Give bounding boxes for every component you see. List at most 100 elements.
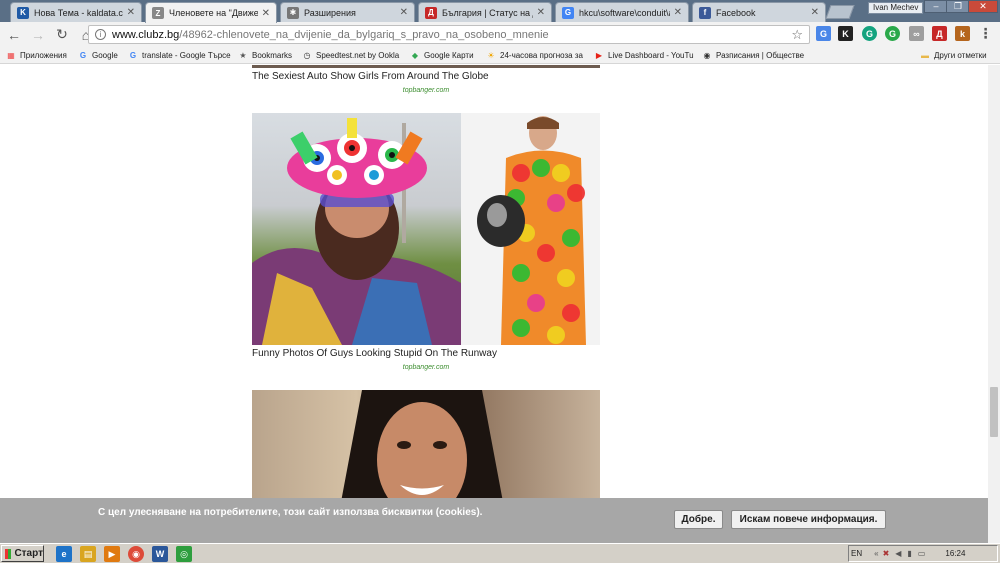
- menu-icon[interactable]: ⋮: [978, 25, 993, 41]
- link-ext-icon[interactable]: ∞: [909, 26, 924, 41]
- k-ext-icon[interactable]: K: [838, 26, 853, 41]
- close-icon[interactable]: ✕: [127, 7, 135, 18]
- media-icon[interactable]: ▶: [104, 546, 120, 562]
- windows-logo-icon: [5, 548, 12, 559]
- clubz-icon: Z: [152, 7, 164, 19]
- cookie-accept-button[interactable]: Добре.: [674, 510, 723, 529]
- close-icon[interactable]: ✕: [537, 7, 545, 18]
- pompom-suit-model-illustration: [477, 116, 586, 345]
- tab-facebook[interactable]: f Facebook ✕: [692, 2, 826, 22]
- tab-title: Нова Тема - kaldata.com: [34, 7, 123, 18]
- network-icon[interactable]: ✖: [883, 549, 890, 558]
- article-photo-right[interactable]: [461, 113, 600, 345]
- profile-button[interactable]: Ivan Mechev: [868, 2, 924, 14]
- explorer-icon[interactable]: ▤: [80, 546, 96, 562]
- reload-button[interactable]: ↻: [52, 25, 72, 45]
- ie-icon[interactable]: e: [56, 546, 72, 562]
- url-path: /48962-chlenovete_na_dvijenie_da_bylgari…: [179, 28, 549, 41]
- speedtest-icon: ◷: [303, 51, 311, 60]
- weather-icon: ☀: [487, 51, 495, 60]
- start-label: Старт: [14, 548, 43, 559]
- youtube-icon: ▶: [595, 51, 603, 60]
- start-button[interactable]: Старт: [1, 545, 44, 562]
- article-image-cropped[interactable]: [252, 65, 600, 68]
- bookmark-weather[interactable]: ☀ 24-часова прогноза за: [486, 49, 588, 62]
- bookmark-label: Live Dashboard - YouTu: [608, 51, 694, 60]
- article-source[interactable]: topbanger.com: [252, 364, 600, 371]
- bookmark-bookmarks[interactable]: ★ Bookmarks: [238, 49, 296, 62]
- windows-taskbar: Старт e ▤ ▶ ◉ W ◎ EN « ✖ ◀ ▮ ▭ 16:24: [0, 543, 1000, 563]
- browser-toolbar: ← → ↻ ⌂ i www.clubz.bg/48962-chlenovete_…: [0, 22, 1000, 47]
- word-icon[interactable]: W: [152, 546, 168, 562]
- volume-icon[interactable]: ◀: [895, 549, 901, 558]
- article-source[interactable]: topbanger.com: [252, 87, 600, 94]
- puzzle-icon: ✱: [287, 6, 299, 19]
- d-ext-icon[interactable]: Д: [932, 26, 947, 41]
- chrome-icon[interactable]: ◉: [128, 546, 144, 562]
- minimize-button[interactable]: –: [924, 0, 948, 13]
- bookmark-google[interactable]: G Google: [78, 49, 124, 62]
- article-title[interactable]: The Sexiest Auto Show Girls From Around …: [252, 71, 489, 82]
- g-ext-icon[interactable]: G: [885, 26, 900, 41]
- bookmark-label: 24-часова прогноза за: [500, 51, 583, 60]
- address-bar[interactable]: i www.clubz.bg/48962-chlenovete_na_dvije…: [88, 25, 810, 44]
- page-content: The Sexiest Auto Show Girls From Around …: [0, 65, 988, 543]
- article-title[interactable]: Funny Photos Of Guys Looking Stupid On T…: [252, 348, 497, 359]
- clock[interactable]: 16:24: [945, 549, 965, 558]
- maps-icon: ◆: [411, 51, 419, 60]
- translate-ext-icon[interactable]: G: [816, 26, 831, 41]
- dnevnik-icon: Д: [425, 6, 437, 19]
- bookmark-apps[interactable]: ▦ Приложения: [6, 49, 76, 62]
- transport-icon: ◉: [703, 51, 711, 60]
- bookmark-label: Разписания | Обществе: [716, 51, 805, 60]
- bookmark-label: Bookmarks: [252, 51, 293, 60]
- bookmark-translate[interactable]: Gtranslate - Google Търсе: [128, 49, 234, 62]
- bookmark-google-maps[interactable]: ◆ Google Карти: [410, 49, 482, 62]
- url-domain: www.clubz.bg: [112, 28, 180, 41]
- forward-button[interactable]: →: [28, 25, 48, 45]
- tab-title: Членовете на "Движение: [169, 8, 258, 18]
- info-icon[interactable]: i: [95, 29, 106, 40]
- close-icon[interactable]: ✕: [811, 7, 819, 18]
- bookmark-label: Google Карти: [424, 51, 474, 60]
- google-icon: G: [79, 51, 87, 60]
- battery-icon[interactable]: ▭: [918, 549, 926, 558]
- facebook-icon: f: [699, 6, 711, 19]
- tab-dnevnik[interactable]: Д България | Статус на де ✕: [418, 2, 552, 22]
- bookmark-label: Други отметки: [934, 51, 987, 60]
- back-button[interactable]: ←: [4, 25, 24, 45]
- new-tab-button[interactable]: [825, 5, 855, 19]
- tray-chevron-icon[interactable]: «: [874, 549, 878, 558]
- bookmark-schedules[interactable]: ◉ Разписания | Обществе: [702, 49, 806, 62]
- apps-icon: ▦: [7, 51, 15, 60]
- green-app-icon[interactable]: ◎: [176, 546, 192, 562]
- tab-clubz[interactable]: Z Членовете на "Движение ✕: [145, 2, 277, 23]
- article-photo-left[interactable]: [252, 113, 461, 345]
- bookmark-star-icon[interactable]: ☆: [791, 27, 803, 43]
- grammarly-ext-icon[interactable]: G: [862, 26, 877, 41]
- close-icon[interactable]: ✕: [262, 8, 270, 19]
- scrollbar-thumb[interactable]: [990, 387, 998, 437]
- maximize-button[interactable]: ❐: [946, 0, 970, 13]
- tab-title: hkcu\software\conduit\ap: [579, 7, 670, 18]
- tab-extensions[interactable]: ✱ Разширения ✕: [280, 2, 415, 22]
- bookmark-speedtest[interactable]: ◷ Speedtest.net by Ookla: [302, 49, 404, 62]
- knitted-hat-man-illustration: [252, 118, 461, 345]
- kaldata-ext-icon[interactable]: k: [955, 26, 970, 41]
- close-window-button[interactable]: ✕: [968, 0, 998, 13]
- cookie-message: С цел улесняване на потребителите, този …: [98, 507, 483, 518]
- tab-google-search[interactable]: G hkcu\software\conduit\ap ✕: [555, 2, 689, 22]
- cookie-banner: С цел улесняване на потребителите, този …: [0, 498, 988, 543]
- language-indicator[interactable]: EN: [851, 549, 862, 558]
- tab-strip: K Нова Тема - kaldata.com ✕ Z Членовете …: [0, 0, 1000, 23]
- bookmark-other[interactable]: ▬ Други отметки: [920, 49, 996, 62]
- tab-kaldata[interactable]: K Нова Тема - kaldata.com ✕: [10, 2, 142, 22]
- page-scrollbar[interactable]: [988, 65, 1000, 543]
- system-tray: EN « ✖ ◀ ▮ ▭ 16:24: [848, 545, 998, 562]
- cookie-more-info-button[interactable]: Искам повече информация.: [731, 510, 886, 529]
- google-icon: G: [129, 51, 137, 60]
- close-icon[interactable]: ✕: [674, 7, 682, 18]
- signal-icon[interactable]: ▮: [907, 549, 911, 558]
- close-icon[interactable]: ✕: [400, 7, 408, 18]
- bookmark-youtube-dashboard[interactable]: ▶ Live Dashboard - YouTu: [594, 49, 696, 62]
